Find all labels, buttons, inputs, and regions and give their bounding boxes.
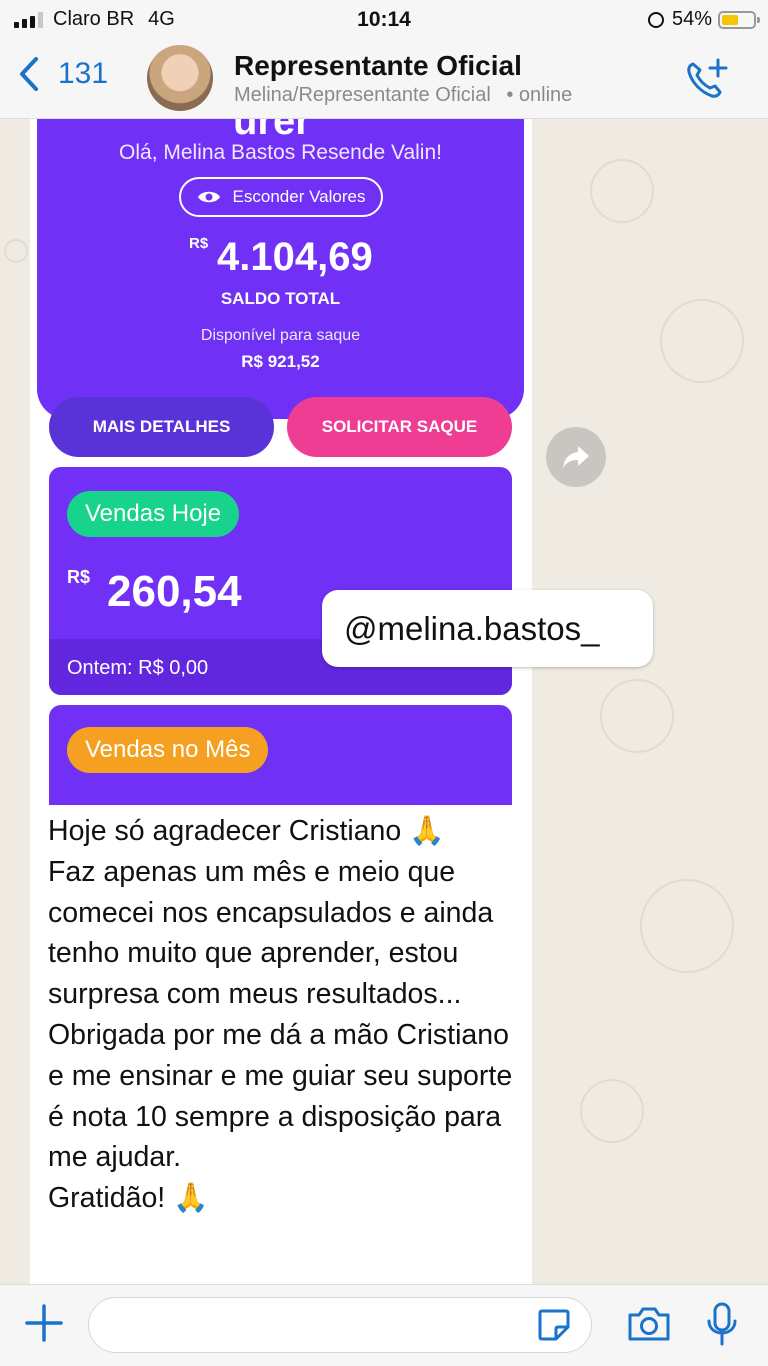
sales-month-label: Vendas no Mês (67, 727, 269, 773)
contact-name[interactable]: Representante Oficial (234, 50, 522, 82)
microphone-icon (707, 1302, 737, 1346)
threads-handle-sticker: @melina.bastos_ (322, 590, 653, 667)
balance-card: urer Olá, Melina Bastos Resende Valin! E… (37, 119, 524, 419)
forward-icon (563, 446, 589, 468)
threads-handle: @melina.bastos_ (344, 609, 600, 647)
message-text[interactable]: Hoje só agradecer Cristiano 🙏 Faz apenas… (48, 811, 518, 1219)
yesterday-sales: Ontem: R$ 0,00 (67, 657, 209, 679)
available-label: Disponível para saque (200, 327, 361, 344)
total-balance: 4.104,69 (217, 235, 373, 279)
chat-header: 131 Representante Oficial Melina/Represe… (0, 40, 768, 119)
back-button[interactable]: 131 (18, 56, 108, 92)
details-button: MAIS DETALHES (49, 397, 274, 457)
message-line: Obrigada por me dá a mão Cristiano e me … (48, 1018, 513, 1174)
hide-values-button: Esconder Valores (179, 177, 383, 217)
camera-icon (628, 1307, 670, 1341)
input-bar (0, 1284, 768, 1366)
wallpaper-doodle (580, 1079, 644, 1143)
hide-values-label: Esconder Valores (232, 187, 366, 206)
chat-area[interactable]: urer Olá, Melina Bastos Resende Valin! E… (0, 119, 768, 1284)
wallpaper-doodle (4, 239, 28, 263)
withdraw-button: SOLICITAR SAQUE (287, 397, 512, 457)
sales-today-value: 260,54 (107, 567, 242, 616)
eye-icon (197, 191, 220, 203)
sales-month-card: Vendas no Mês (49, 705, 512, 805)
avatar[interactable] (147, 45, 213, 111)
alarm-icon (647, 11, 664, 28)
message-bubble[interactable]: urer Olá, Melina Bastos Resende Valin! E… (30, 119, 532, 1284)
wallpaper-doodle (640, 879, 734, 973)
greeting: Olá, Melina Bastos Resende Valin! (119, 141, 442, 164)
add-call-icon (687, 58, 728, 98)
contact-description: Melina/Representante Oficial (234, 84, 491, 106)
wallpaper-doodle (600, 679, 674, 753)
total-balance-label: SALDO TOTAL (220, 289, 341, 308)
sticker-button[interactable] (536, 1307, 572, 1348)
currency-symbol: R$ (189, 235, 209, 252)
sales-today-label: Vendas Hoje (67, 491, 240, 537)
message-line: Gratidão! 🙏 (48, 1182, 209, 1215)
available-value: R$ 921,52 (241, 352, 320, 371)
message-input[interactable] (88, 1297, 592, 1353)
plus-icon (25, 1304, 63, 1342)
camera-button[interactable] (626, 1305, 672, 1348)
battery-percent: 54% (671, 8, 712, 30)
message-line: Faz apenas um mês e meio que comecei nos… (48, 855, 494, 1011)
forward-button[interactable] (546, 427, 606, 487)
chevron-left-icon (20, 57, 38, 91)
battery-icon (718, 10, 760, 29)
message-line: Hoje só agradecer Cristiano 🙏 (48, 815, 445, 847)
contact-subtitle[interactable]: Melina/Representante Oficial • online (234, 84, 572, 107)
attach-button[interactable] (24, 1303, 64, 1348)
status-bar: Claro BR 4G 10:14 54% (0, 0, 768, 40)
microphone-button[interactable] (706, 1301, 738, 1352)
wallpaper-doodle (590, 159, 654, 223)
add-call-button[interactable] (684, 56, 730, 107)
online-status: • online (506, 84, 573, 106)
currency-symbol: R$ (67, 567, 91, 587)
sticker-icon (538, 1309, 570, 1341)
wallpaper-doodle (660, 299, 744, 383)
unread-count: 131 (58, 57, 109, 90)
